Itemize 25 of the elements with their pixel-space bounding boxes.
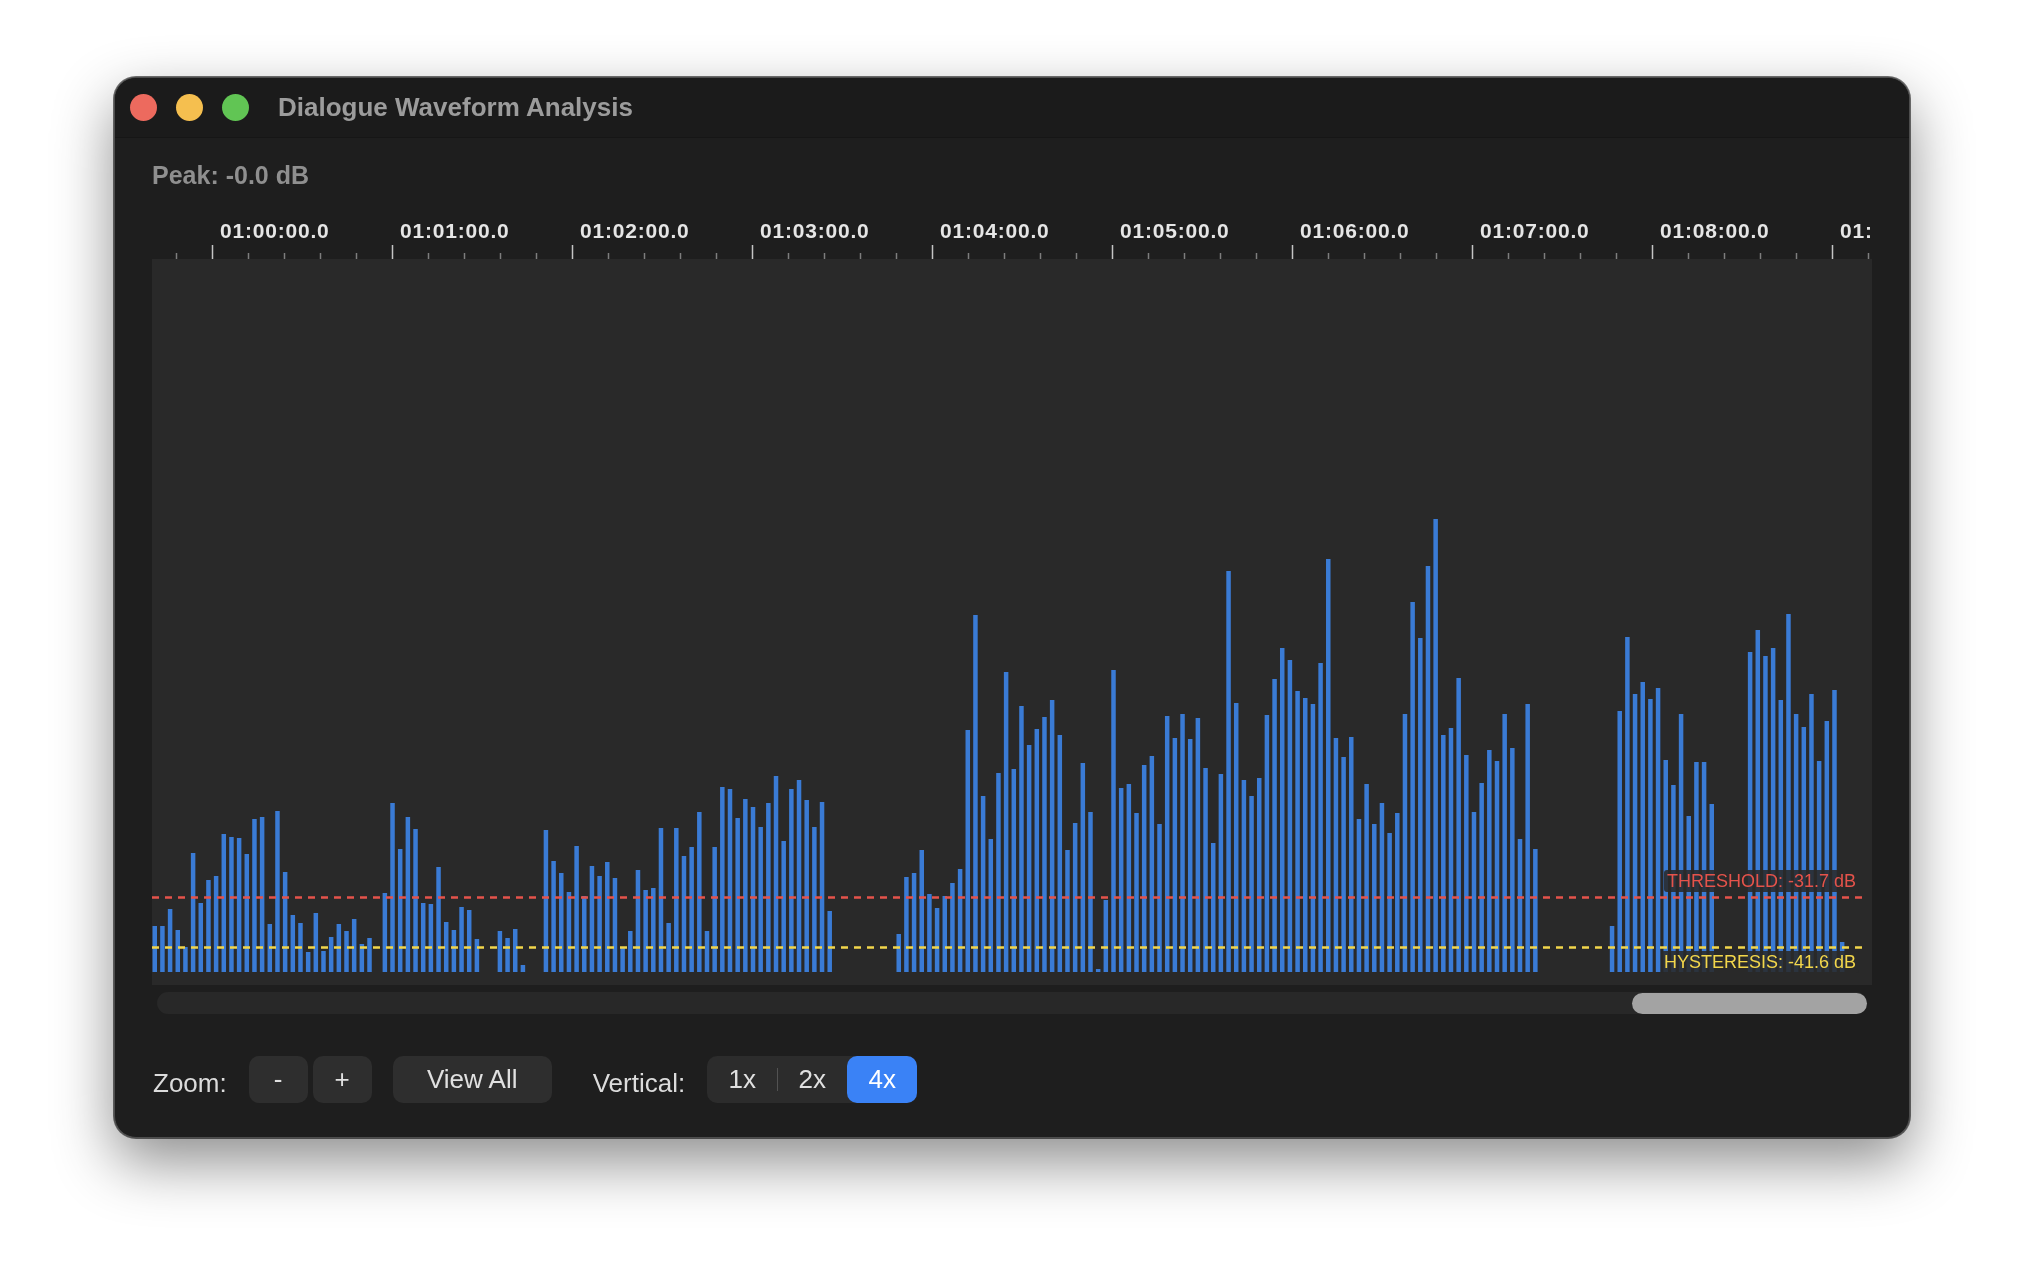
peak-readout: Peak: -0.0 dB xyxy=(152,161,309,189)
maximize-button[interactable] xyxy=(222,94,249,121)
zoom-label: Zoom: xyxy=(153,1067,227,1099)
timecode-label: 01:08:00.0 xyxy=(1660,219,1770,242)
zoom-out-button[interactable]: - xyxy=(248,1056,308,1103)
scrollbar-thumb[interactable] xyxy=(1632,992,1867,1014)
close-button[interactable] xyxy=(130,94,157,121)
timecode-label: 01:01:00.0 xyxy=(400,219,510,242)
vertical-label: Vertical: xyxy=(592,1067,686,1099)
scale-segment[interactable]: 2x xyxy=(777,1056,848,1103)
scale-segment[interactable]: 1x xyxy=(707,1056,778,1103)
zoom-in-button[interactable]: + xyxy=(312,1056,372,1103)
scale-segment[interactable]: 4x xyxy=(847,1056,918,1103)
view-all-button[interactable]: View All xyxy=(392,1056,552,1103)
hysteresis-label: HYSTERESIS: -41.6 dB xyxy=(1660,951,1859,973)
timecode-label: 01:00:00.0 xyxy=(220,219,330,242)
timecode-label: 01:07:00.0 xyxy=(1480,219,1590,242)
timecode-label: 01: xyxy=(1840,219,1873,242)
timecode-label: 01:03:00.0 xyxy=(760,219,870,242)
window-title: Dialogue Waveform Analysis xyxy=(278,92,633,123)
timecode-label: 01:02:00.0 xyxy=(580,219,690,242)
timecode-label: 01:04:00.0 xyxy=(940,219,1050,242)
timecode-label: 01:06:00.0 xyxy=(1300,219,1410,242)
minimize-button[interactable] xyxy=(176,94,203,121)
timecode-label: 01:05:00.0 xyxy=(1120,219,1230,242)
